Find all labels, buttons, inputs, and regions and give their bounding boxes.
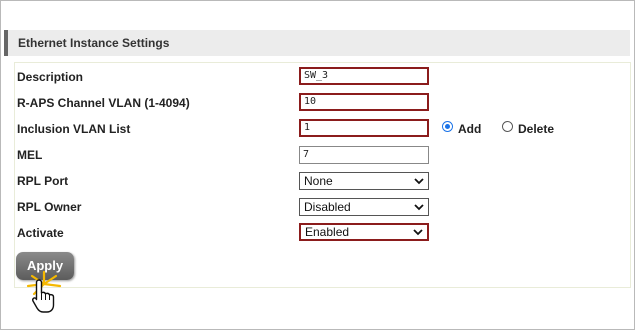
chevron-down-icon: [414, 204, 424, 211]
chevron-down-icon: [413, 229, 423, 236]
hand-pointer-icon: [32, 279, 55, 313]
rpl-owner-select[interactable]: Disabled: [299, 198, 429, 216]
mel-label: MEL: [17, 148, 43, 162]
section-title: Ethernet Instance Settings: [18, 36, 170, 50]
chevron-down-icon: [414, 178, 424, 185]
rpl-owner-label: RPL Owner: [17, 200, 82, 214]
inclusion-vlan-label: Inclusion VLAN List: [17, 122, 131, 136]
rpl-port-label: RPL Port: [17, 174, 69, 188]
description-input[interactable]: SW_3: [299, 67, 429, 85]
rpl-port-value: None: [304, 174, 333, 188]
delete-radio[interactable]: [502, 121, 513, 132]
rpl-port-select[interactable]: None: [299, 172, 429, 190]
inclusion-vlan-input[interactable]: 1: [299, 119, 429, 137]
activate-value: Enabled: [305, 225, 350, 239]
activate-select[interactable]: Enabled: [299, 223, 429, 241]
section-header: Ethernet Instance Settings: [4, 30, 630, 56]
description-label: Description: [17, 70, 84, 84]
delete-radio-label: Delete: [518, 122, 555, 136]
mel-input[interactable]: 7: [299, 146, 429, 164]
raps-vlan-input[interactable]: 10: [299, 93, 429, 111]
rpl-owner-value: Disabled: [304, 200, 351, 214]
add-radio-label: Add: [458, 122, 482, 136]
add-radio[interactable]: [442, 121, 453, 132]
raps-vlan-label: R-APS Channel VLAN (1-4094): [17, 96, 190, 110]
activate-label: Activate: [17, 226, 64, 240]
